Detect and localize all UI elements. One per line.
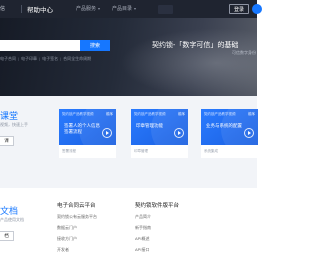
video-card[interactable]: 契约锁产品教学视频 前序 签署人的个人信息 签署流程 签署流程 <box>59 109 116 158</box>
card-footer: 印章管理 <box>134 149 148 153</box>
chevron-down-icon: ▾ <box>98 6 101 11</box>
hero-background-image <box>120 28 257 96</box>
section-description: 产品使用文档 <box>0 217 24 222</box>
docs-link[interactable]: 契约锁公有云服务平台 <box>57 214 97 220</box>
section-description: 视频，快速上手 <box>0 122 28 127</box>
video-card[interactable]: 契约锁产品教学视频 前序 业务与系统的配置 系统集成 <box>201 109 258 158</box>
more-docs-button[interactable]: 档 <box>0 231 14 241</box>
separator: | <box>60 56 62 61</box>
card-badge: 前序 <box>178 112 185 116</box>
keyword-link[interactable]: 电子签名 <box>42 56 58 62</box>
section-title: 文档 <box>0 206 19 216</box>
docs-link[interactable]: 开发者 <box>57 247 97 253</box>
tab-product-catalog[interactable]: 产品目录 ▾ <box>112 5 136 12</box>
search-input[interactable] <box>0 40 80 51</box>
keyword-link[interactable]: 电子印章 <box>21 56 37 62</box>
card-badge: 前序 <box>106 112 113 116</box>
docs-link[interactable]: 产品简介 <box>135 214 179 220</box>
hero-banner: 搜索 契约锁-「数字可信」的基础 可信数字身份 电子合同 | 电子印章 | 电子… <box>0 18 257 96</box>
nav-search-button[interactable] <box>158 5 173 14</box>
card-title: 印章管理功能 <box>136 123 163 128</box>
docs-link[interactable]: API概述 <box>135 236 179 242</box>
keyword-link[interactable]: 合同全生命周期 <box>63 56 91 62</box>
card-badge: 前序 <box>248 112 255 116</box>
column-heading[interactable]: 电子合同云平台 <box>57 201 97 209</box>
separator: | <box>18 56 20 61</box>
nav-divider <box>21 5 22 13</box>
video-cover: 契约锁产品教学视频 前序 签署人的个人信息 签署流程 <box>59 109 116 145</box>
card-tag: 契约锁产品教学视频 <box>62 112 94 116</box>
more-classroom-button[interactable]: 课 <box>0 136 14 146</box>
video-cover: 契约锁产品教学视频 前序 印章管理功能 <box>131 109 188 145</box>
tab-label: 产品目录 <box>112 6 133 12</box>
docs-link[interactable]: 新手指南 <box>135 225 179 231</box>
tab-product-services[interactable]: 产品服务 ▾ <box>76 5 100 12</box>
docs-link[interactable]: 数据云门户 <box>57 225 97 231</box>
documentation-section: 文档 产品使用文档 档 电子合同云平台 契约锁公有云服务平台 数据云门户 接收方… <box>0 188 257 258</box>
help-center-title[interactable]: 帮助中心 <box>27 4 53 14</box>
card-title-line2: 签署流程 <box>64 129 82 134</box>
docs-column-cloud: 电子合同云平台 契约锁公有云服务平台 数据云门户 接收方门户 开发者 <box>57 201 97 258</box>
docs-link[interactable]: 接收方门户 <box>57 236 97 242</box>
video-card[interactable]: 契约锁产品教学视频 前序 印章管理功能 印章管理 <box>131 109 188 158</box>
section-title: 课堂 <box>0 111 19 121</box>
hero-subtitle: 可信数字身份 <box>232 50 256 55</box>
docs-column-software: 契约锁软件版平台 产品简介 新手指南 API概述 API接口 <box>135 201 179 258</box>
video-cover: 契约锁产品教学视频 前序 业务与系统的配置 <box>201 109 258 145</box>
hero-slogan: 契约锁-「数字可信」的基础 <box>152 42 239 49</box>
column-heading[interactable]: 契约锁软件版平台 <box>135 201 179 209</box>
play-icon[interactable] <box>102 128 112 138</box>
brand-logo[interactable]: 信 <box>0 5 5 12</box>
tab-label: 产品服务 <box>76 6 97 12</box>
avatar[interactable] <box>252 4 262 14</box>
separator: | <box>39 56 41 61</box>
classroom-section: 课堂 视频，快速上手 课 契约锁产品教学视频 前序 签署人的个人信息 签署流程 … <box>0 96 258 188</box>
card-title: 业务与系统的配置 <box>206 123 242 128</box>
card-footer: 签署流程 <box>62 149 76 153</box>
card-footer: 系统集成 <box>204 149 218 153</box>
keyword-link[interactable]: 电子合同 <box>0 56 16 62</box>
play-icon[interactable] <box>174 128 184 138</box>
play-icon[interactable] <box>244 128 254 138</box>
search-button[interactable]: 搜索 <box>80 40 110 51</box>
card-tag: 契约锁产品教学视频 <box>204 112 236 116</box>
docs-link[interactable]: API接口 <box>135 247 179 253</box>
top-navigation-bar: 信 帮助中心 产品服务 ▾ 产品目录 ▾ 登录 <box>0 0 262 18</box>
login-button[interactable]: 登录 <box>229 4 249 14</box>
card-tag: 契约锁产品教学视频 <box>134 112 166 116</box>
hot-keywords: 电子合同 | 电子印章 | 电子签名 | 合同全生命周期 <box>0 56 91 62</box>
chevron-down-icon: ▾ <box>134 6 137 11</box>
